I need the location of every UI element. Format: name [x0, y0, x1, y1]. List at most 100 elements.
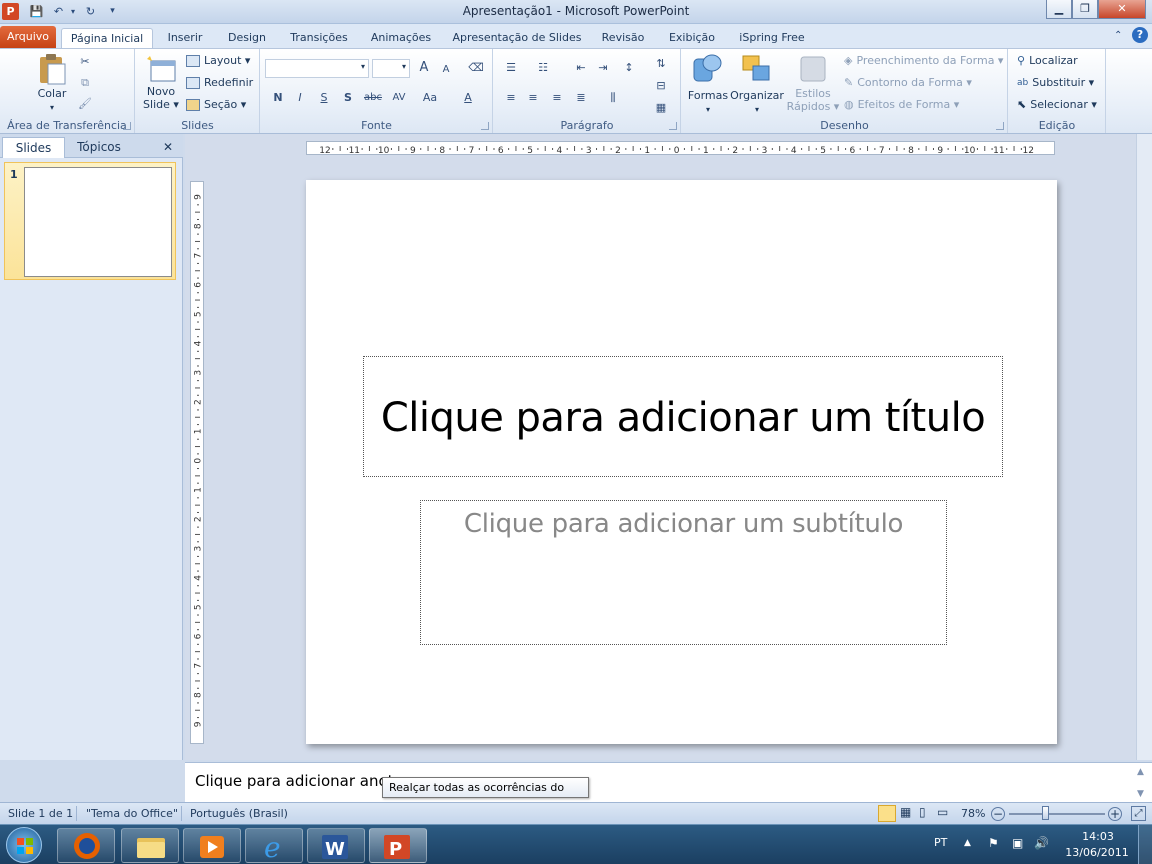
align-center-icon[interactable]: ≡ [524, 89, 542, 107]
close-button[interactable]: ✕ [1098, 0, 1146, 19]
clock-date[interactable]: 13/06/2011 [1064, 846, 1130, 859]
taskbar-explorer[interactable] [121, 828, 179, 863]
zoom-slider[interactable] [1009, 813, 1105, 815]
text-direction-icon[interactable]: ⇅ [652, 55, 670, 73]
shapes-button[interactable]: Formas ▾ [686, 53, 730, 116]
horizontal-ruler[interactable]: 12 11 10 9 8 7 6 5 4 3 2 1 0 1 2 3 4 5 6 7 8 9 10 11 12 [306, 141, 1055, 155]
align-text-icon[interactable]: ⊟ [652, 77, 670, 95]
align-right-icon[interactable]: ≡ [548, 89, 566, 107]
taskbar-word[interactable]: W [307, 828, 365, 863]
volume-icon[interactable]: 🔊 [1034, 836, 1049, 850]
arrange-button[interactable]: Organizar ▾ [730, 53, 784, 116]
tab-slides[interactable]: Slides [2, 137, 65, 158]
slide-sorter-icon[interactable]: ▦ [900, 805, 911, 819]
subtitle-placeholder-text[interactable]: Clique para adicionar um subtítulo [421, 509, 946, 539]
scroll-up-icon[interactable]: ▲ [1137, 767, 1144, 777]
minimize-ribbon-icon[interactable]: ⌃ [1114, 30, 1122, 41]
paragraph-dialog-launcher[interactable] [669, 122, 677, 130]
clipboard-dialog-launcher[interactable] [123, 122, 131, 130]
zoom-in-icon[interactable]: + [1108, 807, 1122, 821]
replace-button[interactable]: ab Substituir ▾ [1017, 74, 1094, 92]
columns-icon[interactable]: ⫼ [604, 89, 622, 107]
slide-thumbnail[interactable] [24, 167, 172, 277]
justify-icon[interactable]: ≣ [572, 89, 590, 107]
find-button[interactable]: ⚲ Localizar [1017, 52, 1078, 70]
shadow-icon[interactable]: S [339, 89, 357, 107]
network-icon[interactable]: ▣ [1012, 836, 1023, 850]
bullets-icon[interactable]: ☰ [502, 59, 520, 77]
italic-icon[interactable]: I [291, 89, 309, 107]
font-size-combo[interactable]: ▾ [372, 59, 410, 78]
close-panel-icon[interactable]: ✕ [158, 137, 178, 158]
show-hidden-icons[interactable]: ▲ [964, 838, 971, 848]
cut-icon[interactable]: ✂ [76, 53, 94, 71]
reading-view-icon[interactable]: ▯ [919, 805, 926, 819]
theme-name[interactable]: "Tema do Office" [86, 807, 178, 820]
smartart-icon[interactable]: ▦ [652, 99, 670, 117]
vertical-ruler[interactable]: 9 8 7 6 5 4 3 2 1 0 1 2 3 4 5 6 7 8 9 [190, 181, 204, 744]
shape-fill-button[interactable]: ◈ Preenchimento da Forma ▾ [844, 52, 1003, 70]
title-placeholder-text[interactable]: Clique para adicionar um título [364, 395, 1002, 441]
tab-design[interactable]: Design [222, 28, 272, 48]
tab-view[interactable]: Exibição [664, 28, 720, 48]
taskbar-firefox[interactable] [57, 828, 115, 863]
zoom-out-icon[interactable]: − [991, 807, 1005, 821]
reset-button[interactable]: Redefinir [186, 74, 253, 92]
clear-formatting-icon[interactable]: ⌫ [467, 59, 485, 77]
vertical-scrollbar[interactable] [1136, 134, 1152, 760]
scroll-down-icon[interactable]: ▼ [1137, 789, 1144, 799]
language-status[interactable]: Português (Brasil) [190, 807, 288, 820]
font-name-combo[interactable]: ▾ [265, 59, 369, 78]
section-button[interactable]: Seção ▾ [186, 96, 246, 114]
taskbar-powerpoint[interactable]: P [369, 828, 427, 863]
subtitle-placeholder[interactable]: Clique para adicionar um subtítulo [420, 500, 947, 645]
shape-outline-button[interactable]: ✎ Contorno da Forma ▾ [844, 74, 972, 92]
tab-outline[interactable]: Tópicos [66, 137, 132, 158]
slideshow-view-icon[interactable]: ▭ [937, 805, 948, 819]
line-spacing-icon[interactable]: ↕ [620, 59, 638, 77]
tab-home[interactable]: Página Inicial [61, 28, 153, 48]
tab-file[interactable]: Arquivo [0, 26, 56, 48]
taskbar-media-player[interactable] [183, 828, 241, 863]
shrink-font-icon[interactable]: A [437, 61, 455, 79]
taskbar-internet-explorer[interactable]: e [245, 828, 303, 864]
tab-review[interactable]: Revisão [597, 28, 649, 48]
change-case-icon[interactable]: Aa [419, 89, 441, 107]
tab-ispring[interactable]: iSpring Free [733, 28, 811, 48]
underline-icon[interactable]: S [315, 89, 333, 107]
quick-styles-button[interactable]: Estilos Rápidos ▾ [786, 53, 840, 113]
start-button[interactable] [6, 827, 42, 863]
character-spacing-icon[interactable]: AV [388, 89, 410, 107]
notes-placeholder[interactable]: Clique para adicionar anota [195, 772, 403, 790]
zoom-slider-thumb[interactable] [1042, 806, 1050, 820]
copy-icon[interactable]: ⧉ [76, 74, 94, 92]
paste-button[interactable]: Colar ▾ [30, 53, 74, 114]
layout-button[interactable]: Layout ▾ [186, 52, 250, 70]
align-left-icon[interactable]: ≡ [502, 89, 520, 107]
bold-icon[interactable]: N [269, 89, 287, 107]
shape-effects-button[interactable]: ◍ Efeitos de Forma ▾ [844, 96, 959, 114]
font-color-icon[interactable]: A [459, 89, 477, 107]
normal-view-icon[interactable] [878, 805, 896, 822]
format-painter-icon[interactable]: 🖌 [76, 95, 94, 113]
zoom-level[interactable]: 78% [961, 807, 985, 820]
new-slide-button[interactable]: Novo Slide ▾ [142, 55, 180, 111]
increase-indent-icon[interactable]: ⇥ [594, 59, 612, 77]
help-icon[interactable]: ? [1132, 27, 1148, 43]
tab-transitions[interactable]: Transições [285, 28, 353, 48]
select-button[interactable]: ⬉ Selecionar ▾ [1017, 96, 1097, 114]
minimize-button[interactable]: ▁ [1046, 0, 1072, 19]
numbering-icon[interactable]: ☷ [534, 59, 552, 77]
notes-pane[interactable]: Clique para adicionar anota ▲ ▼ [185, 762, 1152, 802]
tab-insert[interactable]: Inserir [160, 28, 210, 48]
tab-slideshow[interactable]: Apresentação de Slides [452, 28, 582, 48]
fit-to-window-icon[interactable]: ⤢ [1131, 806, 1146, 821]
slide-thumbnail-selected[interactable]: 1 [4, 162, 176, 280]
decrease-indent-icon[interactable]: ⇤ [572, 59, 590, 77]
clock-time[interactable]: 14:03 [1070, 830, 1126, 843]
title-placeholder[interactable]: Clique para adicionar um título [363, 356, 1003, 477]
input-language[interactable]: PT [934, 836, 947, 849]
tab-animations[interactable]: Animações [365, 28, 437, 48]
action-center-flag-icon[interactable]: ⚑ [988, 836, 999, 850]
font-dialog-launcher[interactable] [481, 122, 489, 130]
